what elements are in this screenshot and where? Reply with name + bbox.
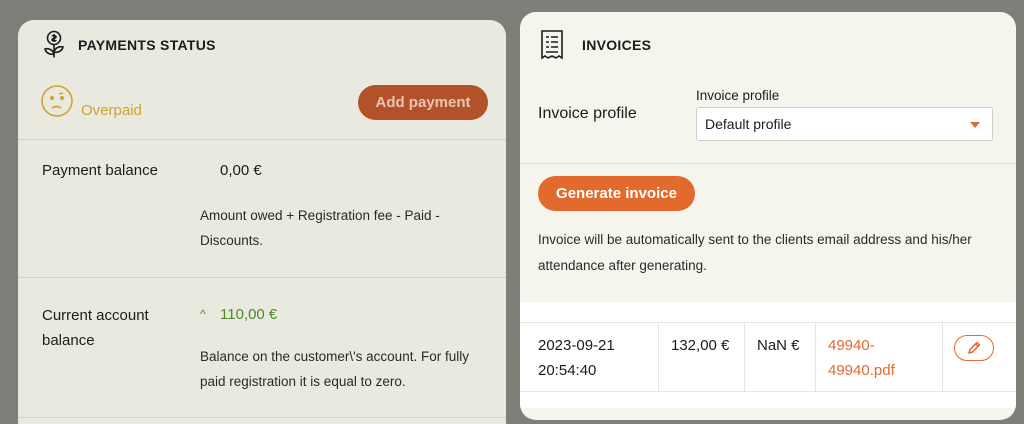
payments-status-panel: PAYMENTS STATUS Overpaid Add payment Pay…	[18, 20, 506, 424]
payment-balance-label: Payment balance	[42, 162, 158, 179]
invoice-profile-select[interactable]: Default profile	[696, 107, 993, 141]
invoice-profile-label: Invoice profile	[538, 105, 637, 122]
receipt-icon	[540, 29, 564, 61]
payment-balance-row: Payment balance 0,00 € Amount owed + Reg…	[18, 140, 506, 278]
edit-invoice-button[interactable]	[954, 335, 994, 361]
current-account-balance-description: Balance on the customer\'s account. For …	[200, 349, 469, 389]
invoice-file-cell: 49940-49940.pdf	[816, 323, 943, 393]
invoice-file-link[interactable]: 49940-49940.pdf	[828, 333, 928, 383]
current-account-balance-value: 110,00 €	[220, 306, 278, 323]
money-plant-icon	[40, 30, 68, 60]
payment-status-label: Overpaid	[81, 102, 142, 119]
payments-status-title: PAYMENTS STATUS	[78, 37, 216, 53]
payment-balance-value: 0,00 €	[220, 162, 262, 179]
payments-status-header: PAYMENTS STATUS	[18, 20, 506, 70]
invoice-amount: 132,00 €	[671, 337, 730, 354]
current-account-balance-label: Current account balance	[42, 307, 149, 349]
current-account-balance-row: Current account balance ^ 110,00 € Balan…	[18, 278, 506, 418]
invoices-header: INVOICES	[520, 12, 1016, 78]
invoices-title: INVOICES	[582, 37, 652, 53]
invoice-date: 2023-09-21 20:54:40	[538, 337, 615, 379]
pencil-icon	[968, 341, 981, 354]
payment-status-row: Overpaid Add payment	[18, 70, 506, 140]
generate-invoice-note: Invoice will be automatically sent to th…	[538, 232, 972, 273]
invoice-other-amount-cell: NaN €	[745, 323, 816, 393]
confused-face-icon	[40, 84, 74, 118]
invoice-other-amount: NaN €	[757, 337, 800, 354]
invoices-table: 2023-09-21 20:54:40 132,00 € NaN € 49940…	[520, 302, 1016, 408]
caret-down-icon	[970, 122, 980, 128]
invoice-actions-cell	[943, 323, 1016, 393]
invoices-panel: INVOICES Invoice profile Invoice profile…	[520, 12, 1016, 420]
add-payment-button[interactable]: Add payment	[358, 85, 488, 120]
invoice-date-cell: 2023-09-21 20:54:40	[526, 323, 659, 393]
table-row: 2023-09-21 20:54:40 132,00 € NaN € 49940…	[520, 322, 1016, 393]
payment-balance-description: Amount owed + Registration fee - Paid - …	[200, 208, 440, 248]
invoice-profile-select-label: Invoice profile	[696, 88, 780, 103]
generate-invoice-button[interactable]: Generate invoice	[538, 176, 695, 211]
chevron-up-icon: ^	[200, 307, 206, 321]
invoice-profile-select-value: Default profile	[705, 116, 792, 132]
invoice-profile-row: Invoice profile Invoice profile Default …	[520, 82, 1016, 164]
invoice-amount-cell: 132,00 €	[659, 323, 745, 393]
